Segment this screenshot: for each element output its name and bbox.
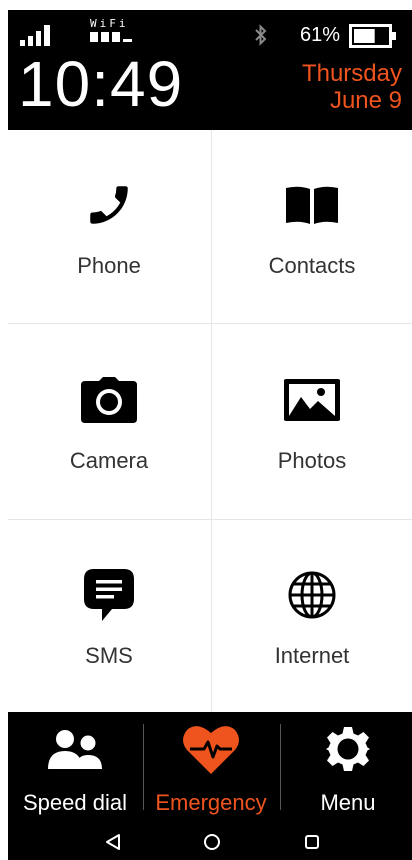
- date-display: Thursday June 9: [302, 60, 402, 114]
- home-icon: [204, 834, 220, 850]
- app-label-contacts: Contacts: [268, 253, 356, 278]
- app-tile-photos[interactable]: Photos: [211, 325, 412, 520]
- menu-label: Menu: [320, 790, 376, 815]
- bottom-bar: Speed dial Emergency Menu: [8, 712, 412, 860]
- date-label: June 9: [329, 87, 402, 114]
- day-label: Thursday: [301, 60, 402, 87]
- emergency-button[interactable]: Emergency: [144, 712, 278, 822]
- status-header: WiFi 61% 10:49 Thursday June 9: [8, 10, 412, 130]
- app-tile-camera[interactable]: Camera: [8, 325, 210, 520]
- photos-icon: [284, 379, 340, 421]
- gear-icon: [326, 727, 370, 771]
- phone-screen: WiFi 61% 10:49 Thursday June 9 Phone Con…: [8, 10, 412, 860]
- nav-home-button[interactable]: [192, 827, 232, 857]
- app-tile-phone[interactable]: Phone: [8, 130, 210, 325]
- heart-pulse-icon: [183, 726, 239, 774]
- signal-icon: [20, 25, 50, 46]
- speed-dial-button[interactable]: Speed dial: [8, 712, 142, 822]
- menu-button[interactable]: Menu: [281, 712, 412, 822]
- app-label-sms: SMS: [85, 643, 133, 668]
- wifi-label: WiFi: [90, 17, 129, 30]
- wifi-indicator: WiFi: [90, 18, 134, 48]
- phone-icon: [90, 186, 128, 224]
- globe-icon: [288, 571, 336, 619]
- camera-icon: [81, 377, 137, 423]
- back-icon: [106, 834, 120, 850]
- speed-dial-label: Speed dial: [23, 790, 127, 815]
- app-label-internet: Internet: [274, 643, 350, 668]
- battery-icon: [349, 24, 396, 48]
- app-grid: Phone Contacts Camera Photos SMS Interne…: [8, 130, 412, 715]
- book-icon: [286, 186, 338, 224]
- recents-icon: [305, 835, 319, 849]
- bluetooth-icon: [255, 24, 267, 46]
- app-tile-contacts[interactable]: Contacts: [211, 130, 412, 325]
- app-tile-sms[interactable]: SMS: [8, 520, 210, 715]
- people-icon: [48, 730, 102, 769]
- nav-back-button[interactable]: [93, 827, 133, 857]
- app-label-phone: Phone: [77, 253, 141, 278]
- app-label-camera: Camera: [69, 448, 149, 473]
- emergency-label: Emergency: [155, 790, 267, 815]
- battery-percent: 61%: [300, 24, 341, 46]
- wifi-icon: [90, 32, 132, 42]
- clock-time: 10:49: [18, 48, 184, 120]
- message-icon: [84, 569, 134, 621]
- nav-recents-button[interactable]: [292, 827, 332, 857]
- app-label-photos: Photos: [277, 448, 347, 473]
- app-tile-internet[interactable]: Internet: [211, 520, 412, 715]
